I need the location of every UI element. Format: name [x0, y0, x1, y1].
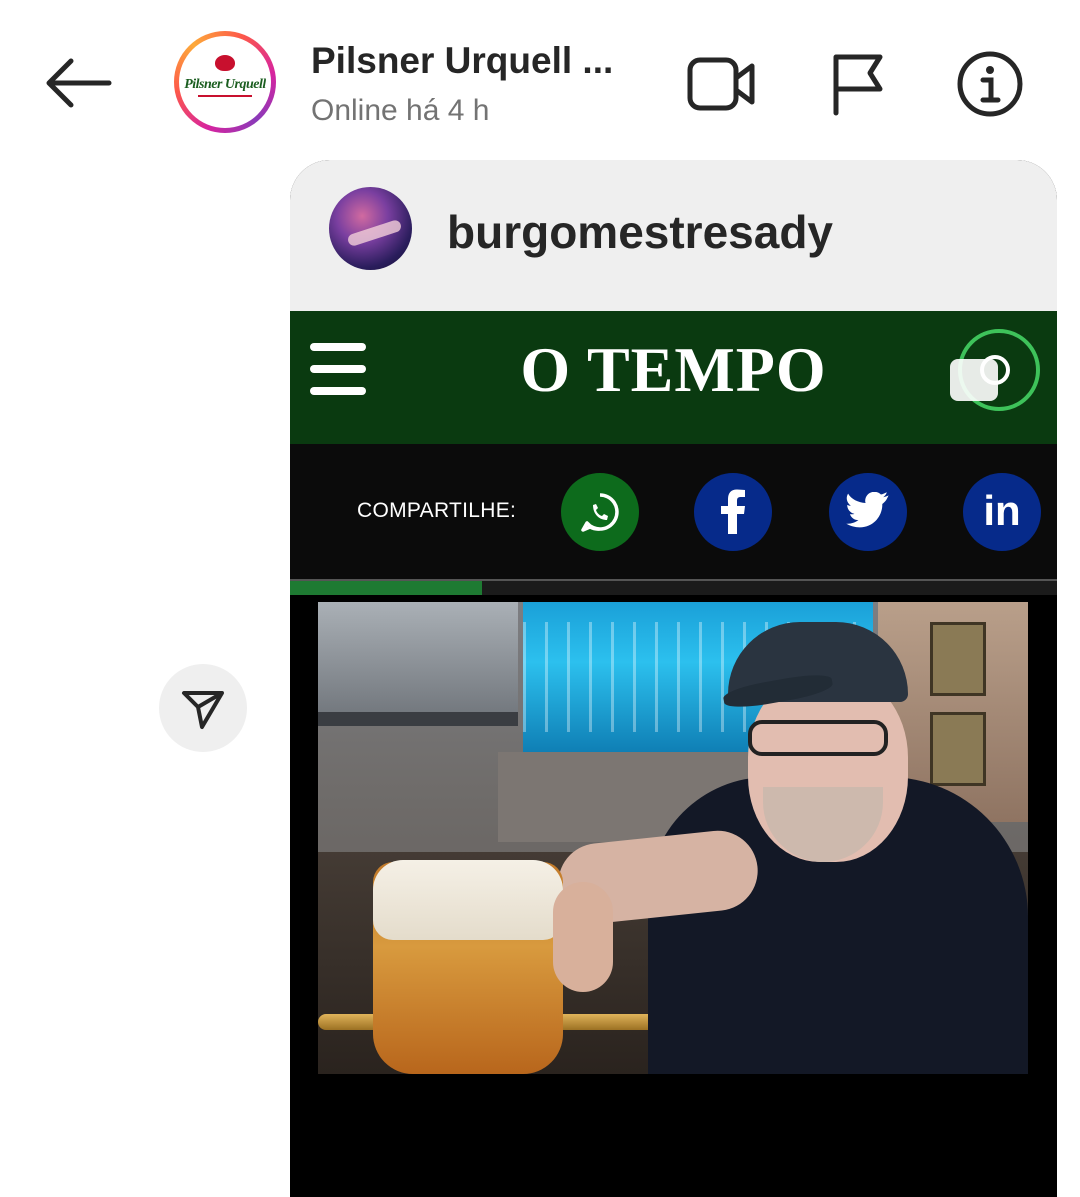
logo-wordmark: Pilsner Urquell: [184, 77, 266, 92]
info-button[interactable]: [950, 46, 1030, 122]
twitter-share-button: [829, 473, 907, 551]
user-account-icon: [950, 329, 1040, 411]
shared-post-card[interactable]: burgomestresady O TEMPO COMPARTILHE: in: [290, 160, 1057, 1197]
share-label: COMPARTILHE:: [357, 499, 517, 522]
chat-title[interactable]: Pilsner Urquell ...: [311, 40, 611, 82]
report-button[interactable]: [818, 46, 898, 122]
photo-plaque: [930, 622, 986, 696]
post-photo[interactable]: [318, 602, 1028, 1074]
photo-beer-foam: [373, 860, 563, 940]
flag-icon: [833, 54, 883, 116]
arrow-left-icon: [46, 58, 112, 108]
whatsapp-icon: [581, 493, 619, 532]
send-icon: [182, 691, 224, 729]
pilsner-urquell-logo: Pilsner Urquell: [184, 41, 266, 123]
news-site-header: O TEMPO: [290, 311, 1057, 444]
news-site-logo: O TEMPO: [520, 334, 827, 405]
avatar-inner: Pilsner Urquell: [179, 36, 271, 128]
facebook-icon: [721, 489, 745, 534]
share-toolbar: COMPARTILHE: in: [290, 444, 1057, 579]
linkedin-icon: in: [983, 487, 1021, 534]
back-button[interactable]: [40, 50, 116, 116]
info-icon: [957, 51, 1023, 117]
reading-progress-bar: [290, 579, 1057, 595]
post-author-avatar[interactable]: [329, 187, 412, 270]
photo-plaque: [930, 712, 986, 786]
reading-progress-fill: [290, 581, 482, 595]
photo-glass-shelf: [318, 602, 518, 722]
photo-shelf-edge: [318, 712, 518, 726]
photo-man-hand: [553, 882, 613, 992]
linkedin-share-button: in: [963, 473, 1041, 551]
logo-underline: [198, 95, 252, 97]
video-call-button[interactable]: [682, 46, 762, 122]
facebook-share-button: [694, 473, 772, 551]
chat-avatar[interactable]: Pilsner Urquell: [174, 31, 276, 133]
twitter-icon: [846, 492, 889, 528]
logo-rose-icon: [215, 55, 235, 71]
whatsapp-share-button: [561, 473, 639, 551]
photo-glasses: [748, 720, 888, 756]
shared-post-header[interactable]: burgomestresady: [290, 160, 1057, 311]
online-status: Online há 4 h: [311, 94, 490, 127]
post-author-username[interactable]: burgomestresady: [447, 205, 833, 259]
video-call-icon: [687, 57, 755, 111]
forward-button[interactable]: [159, 664, 247, 752]
